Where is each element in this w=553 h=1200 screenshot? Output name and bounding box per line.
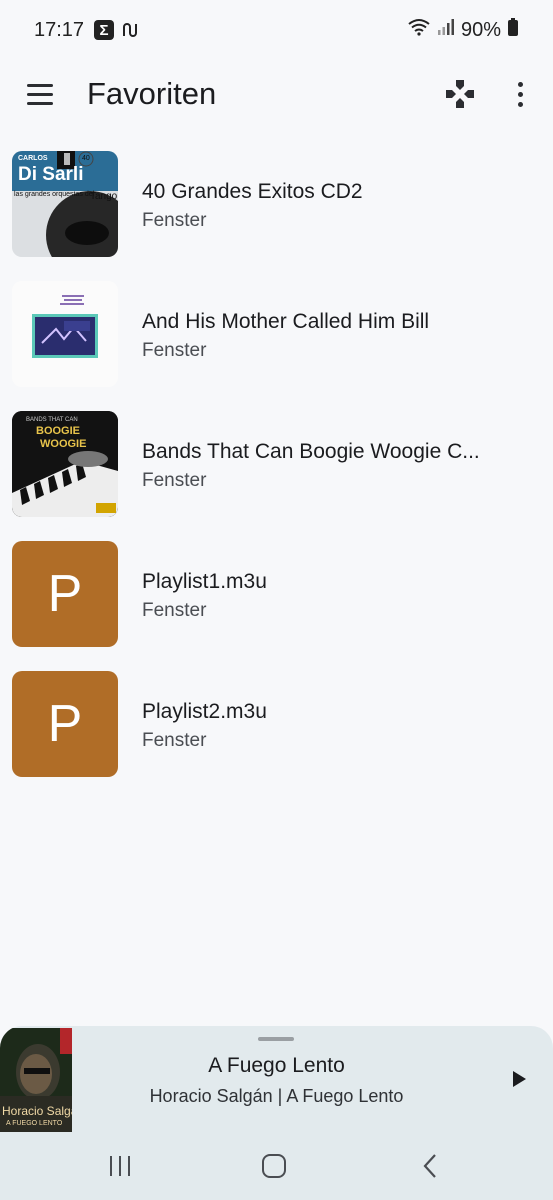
signal-icon xyxy=(437,18,455,42)
item-title: Playlist2.m3u xyxy=(142,700,267,723)
mini-player[interactable]: Horacio Salgán A FUEGO LENTO A Fuego Len… xyxy=(0,1026,553,1132)
playlist-letter-tile: P xyxy=(12,541,118,647)
now-playing-title: A Fuego Lento xyxy=(208,1054,345,1077)
cover-text: BANDS THAT CAN xyxy=(26,417,78,423)
album-cover-disarli: CARLOS Di Sarli las grandes orquestas de… xyxy=(12,151,118,257)
list-item[interactable]: P Playlist2.m3u Fenster xyxy=(0,660,553,790)
home-button[interactable] xyxy=(254,1152,294,1180)
recent-apps-icon xyxy=(110,1156,130,1176)
item-subtitle: Fenster xyxy=(142,210,207,231)
cover-text: 40 xyxy=(82,155,90,162)
more-dot-icon xyxy=(517,81,523,87)
sigma-app-icon: Σ xyxy=(94,20,115,40)
item-title: 40 Grandes Exitos CD2 xyxy=(142,180,363,203)
list-item[interactable]: BANDS THAT CAN BOOGIE WOOGIE Bands That … xyxy=(0,400,553,530)
cover-text: Di Sarli xyxy=(18,164,84,185)
item-subtitle: Fenster xyxy=(142,340,207,361)
back-button[interactable] xyxy=(410,1152,450,1180)
favorites-list: CARLOS Di Sarli las grandes orquestas de… xyxy=(0,140,553,790)
battery-text: 90% xyxy=(460,18,501,41)
item-title: Bands That Can Boogie Woogie C... xyxy=(142,440,480,463)
item-subtitle: Fenster xyxy=(142,730,207,751)
status-bar: 17:17 Σ 90% xyxy=(0,0,553,60)
drag-handle[interactable] xyxy=(258,1037,294,1041)
menu-button[interactable] xyxy=(22,76,58,112)
more-dot-icon xyxy=(517,91,523,97)
recent-apps-button[interactable] xyxy=(100,1152,140,1180)
now-playing-cover: Horacio Salgán A FUEGO LENTO xyxy=(0,1028,72,1132)
item-subtitle: Fenster xyxy=(142,470,207,491)
more-dot-icon xyxy=(517,101,523,107)
play-button[interactable] xyxy=(508,1068,530,1090)
gamepad-icon xyxy=(446,80,474,108)
item-title: Playlist1.m3u xyxy=(142,570,267,593)
app-bar: Favoriten xyxy=(0,62,553,126)
system-nav-bar xyxy=(0,1132,553,1200)
album-cover-boogie: BANDS THAT CAN BOOGIE WOOGIE xyxy=(12,411,118,517)
item-subtitle: Fenster xyxy=(142,600,207,621)
item-title: And His Mother Called Him Bill xyxy=(142,310,430,333)
back-icon xyxy=(423,1154,436,1178)
status-time: 17:17 xyxy=(34,18,85,41)
list-item[interactable]: And His Mother Called Him Bill Fenster xyxy=(0,270,553,400)
cover-text: BOOGIE xyxy=(36,425,81,437)
menu-icon-line xyxy=(27,92,53,96)
cover-text: CARLOS xyxy=(18,155,48,162)
gamepad-button[interactable] xyxy=(440,74,480,114)
menu-icon-line xyxy=(27,83,53,87)
playlist-letter-tile: P xyxy=(12,671,118,777)
more-options-button[interactable] xyxy=(505,74,535,114)
list-item[interactable]: CARLOS Di Sarli las grandes orquestas de… xyxy=(0,140,553,270)
cover-text: las grandes orquestas del xyxy=(14,191,95,198)
menu-icon-line xyxy=(27,101,53,105)
notification-icon xyxy=(120,20,140,40)
list-item[interactable]: P Playlist1.m3u Fenster xyxy=(0,530,553,660)
cover-text: A FUEGO LENTO xyxy=(6,1120,63,1127)
play-icon xyxy=(513,1071,526,1087)
now-playing-subtitle: Horacio Salgán | A Fuego Lento xyxy=(149,1086,404,1106)
page-title: Favoriten xyxy=(87,76,217,111)
cover-text: WOOGIE xyxy=(40,438,87,450)
battery-icon xyxy=(507,17,519,43)
home-icon xyxy=(262,1154,286,1178)
album-cover-ellington xyxy=(12,281,118,387)
cover-text: Tango xyxy=(90,191,118,202)
wifi-icon xyxy=(407,17,431,43)
